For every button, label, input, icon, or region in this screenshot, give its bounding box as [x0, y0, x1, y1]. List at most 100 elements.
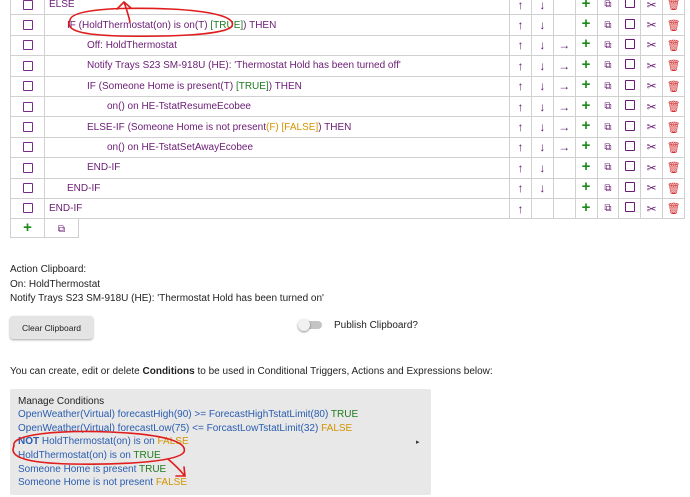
select-box-icon[interactable]: [624, 120, 635, 131]
select-box-icon[interactable]: [624, 18, 635, 29]
paste-action-cell[interactable]: ⧉: [44, 218, 79, 238]
select-box-icon[interactable]: [624, 140, 635, 151]
arrow-up-icon[interactable]: ↑: [517, 79, 523, 93]
move-right-cell[interactable]: →: [552, 34, 576, 57]
move-up-cell[interactable]: ↑: [509, 136, 532, 159]
action-text-cell[interactable]: END-IF: [44, 177, 510, 199]
move-up-cell[interactable]: ↑: [509, 75, 532, 97]
move-right-cell[interactable]: →: [552, 116, 576, 138]
add-action-icon[interactable]: +: [582, 158, 591, 175]
condition-item[interactable]: Someone Home is present TRUE: [18, 464, 166, 475]
action-row[interactable]: on() on HE-TstatSetAwayEcobee ↑ ↓ → + ⧉ ✂ 🗑: [10, 136, 685, 159]
action-select-cell[interactable]: [10, 116, 45, 138]
add-action-cell[interactable]: +: [574, 116, 598, 138]
arrow-up-icon[interactable]: ↑: [517, 140, 523, 154]
arrow-up-icon[interactable]: ↑: [517, 38, 523, 52]
delete-cell[interactable]: 🗑: [662, 136, 685, 159]
arrow-down-icon[interactable]: ↓: [539, 38, 545, 52]
copy-cell[interactable]: ⧉: [596, 157, 620, 179]
move-down-cell[interactable]: ↓: [530, 0, 554, 16]
select-checkbox[interactable]: [22, 0, 33, 10]
action-row[interactable]: IF (HoldThermostat(on) is on(T) [TRUE]) …: [10, 14, 685, 36]
delete-cell[interactable]: 🗑: [662, 177, 685, 199]
add-action-icon[interactable]: +: [582, 97, 591, 114]
cut-cell[interactable]: ✂: [640, 157, 664, 179]
arrow-up-icon[interactable]: ↑: [517, 120, 523, 134]
add-action-icon[interactable]: +: [582, 0, 591, 12]
select-box-cell[interactable]: [618, 157, 642, 179]
delete-icon[interactable]: 🗑: [667, 203, 681, 215]
action-text-cell[interactable]: on() on HE-TstatResumeEcobee: [44, 95, 510, 118]
arrow-up-icon[interactable]: ↑: [517, 59, 523, 73]
action-text-cell[interactable]: END-IF: [44, 197, 510, 220]
copy-icon[interactable]: ⧉: [604, 40, 611, 51]
action-select-cell[interactable]: [10, 136, 45, 159]
move-down-cell[interactable]: [530, 197, 554, 220]
action-text[interactable]: on() on HE-TstatSetAwayEcobee: [46, 142, 253, 153]
action-text[interactable]: END-IF: [46, 203, 82, 214]
move-right-cell[interactable]: →: [552, 136, 576, 159]
action-text[interactable]: Notify Trays S23 SM-918U (HE): 'Thermost…: [46, 60, 401, 71]
action-row[interactable]: IF (Someone Home is present(T) [TRUE]) T…: [10, 75, 685, 97]
cut-icon[interactable]: ✂: [647, 161, 657, 175]
move-down-cell[interactable]: ↓: [530, 136, 554, 159]
move-down-cell[interactable]: ↓: [530, 34, 554, 57]
add-action-icon[interactable]: +: [582, 137, 591, 154]
cut-cell[interactable]: ✂: [640, 197, 664, 220]
select-box-cell[interactable]: [618, 14, 642, 36]
delete-icon[interactable]: 🗑: [667, 183, 681, 195]
arrow-down-icon[interactable]: ↓: [539, 79, 545, 93]
select-checkbox[interactable]: [22, 183, 33, 194]
delete-cell[interactable]: 🗑: [662, 75, 685, 97]
move-up-cell[interactable]: ↑: [509, 34, 532, 57]
select-box-icon[interactable]: [624, 38, 635, 49]
cut-cell[interactable]: ✂: [640, 34, 664, 57]
add-action-icon[interactable]: +: [582, 178, 591, 195]
action-text-cell[interactable]: IF (HoldThermostat(on) is on(T) [TRUE]) …: [44, 14, 510, 36]
action-text[interactable]: END-IF: [46, 183, 100, 194]
copy-cell[interactable]: ⧉: [596, 0, 620, 16]
select-checkbox[interactable]: [22, 101, 33, 112]
arrow-down-icon[interactable]: ↓: [539, 181, 545, 195]
move-down-cell[interactable]: ↓: [530, 95, 554, 118]
delete-cell[interactable]: 🗑: [662, 197, 685, 220]
select-checkbox[interactable]: [22, 203, 33, 214]
arrow-up-icon[interactable]: ↑: [517, 0, 523, 12]
delete-icon[interactable]: 🗑: [667, 0, 681, 11]
move-right-cell[interactable]: [552, 14, 576, 36]
copy-cell[interactable]: ⧉: [596, 136, 620, 159]
add-action-icon[interactable]: +: [23, 219, 32, 236]
add-action-icon[interactable]: +: [582, 199, 591, 216]
cut-icon[interactable]: ✂: [647, 79, 657, 93]
action-text-cell[interactable]: Notify Trays S23 SM-918U (HE): 'Thermost…: [44, 55, 510, 77]
select-checkbox[interactable]: [22, 40, 33, 51]
move-up-cell[interactable]: ↑: [509, 116, 532, 138]
action-text[interactable]: Off: HoldThermostat: [46, 40, 177, 51]
condition-item[interactable]: OpenWeather(Virtual) forecastHigh(90) >=…: [18, 409, 358, 420]
cut-cell[interactable]: ✂: [640, 0, 664, 16]
add-action-icon[interactable]: +: [582, 56, 591, 73]
select-box-icon[interactable]: [624, 100, 635, 111]
copy-cell[interactable]: ⧉: [596, 34, 620, 57]
select-box-icon[interactable]: [624, 79, 635, 90]
condition-item[interactable]: HoldThermostat(on) is on TRUE: [18, 450, 161, 461]
add-action-cell[interactable]: +: [10, 218, 45, 238]
add-action-icon[interactable]: +: [582, 76, 591, 93]
copy-cell[interactable]: ⧉: [596, 116, 620, 138]
select-box-icon[interactable]: [624, 59, 635, 70]
move-right-cell[interactable]: [552, 177, 576, 199]
add-action-cell[interactable]: +: [574, 157, 598, 179]
move-right-cell[interactable]: [552, 197, 576, 220]
arrow-down-icon[interactable]: ↓: [539, 59, 545, 73]
move-down-cell[interactable]: ↓: [530, 177, 554, 199]
move-up-cell[interactable]: ↑: [509, 197, 532, 220]
select-box-cell[interactable]: [618, 95, 642, 118]
select-checkbox[interactable]: [22, 162, 33, 173]
select-box-cell[interactable]: [618, 197, 642, 220]
action-text[interactable]: ELSE: [46, 0, 75, 10]
add-action-icon[interactable]: +: [582, 15, 591, 32]
add-action-icon[interactable]: +: [582, 35, 591, 52]
arrow-up-icon[interactable]: ↑: [517, 100, 523, 114]
copy-icon[interactable]: ⧉: [604, 0, 611, 10]
cut-icon[interactable]: ✂: [647, 202, 657, 216]
